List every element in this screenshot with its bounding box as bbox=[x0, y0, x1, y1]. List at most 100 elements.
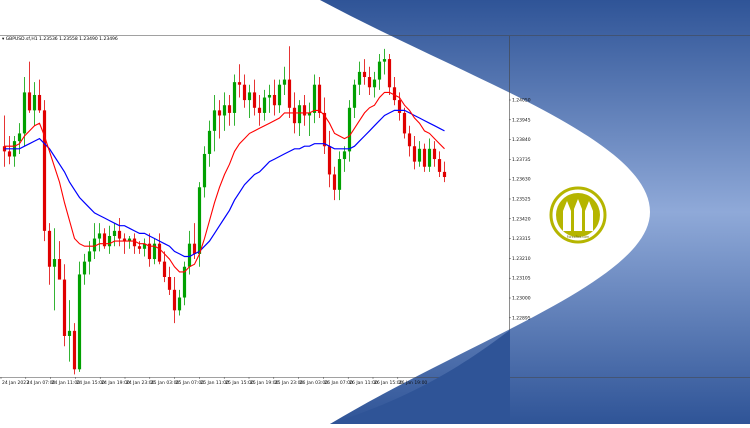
candle bbox=[302, 94, 307, 126]
candle-body-bull bbox=[207, 130, 212, 154]
candle bbox=[47, 223, 52, 285]
candle-body-bull bbox=[267, 94, 272, 98]
candle-body-bear bbox=[407, 133, 412, 147]
y-tick-label: 1.23420 bbox=[512, 216, 531, 222]
candle-body-bear bbox=[27, 92, 32, 111]
candle-body-bear bbox=[7, 151, 12, 157]
y-tick-label: 1.24050 bbox=[512, 98, 531, 104]
candle-body-bull bbox=[337, 159, 342, 190]
candle bbox=[232, 74, 237, 126]
candle-body-bear bbox=[42, 110, 47, 231]
candle-body-bull bbox=[82, 261, 87, 275]
candle-body-bull bbox=[297, 105, 302, 124]
candle-body-bull bbox=[427, 148, 432, 167]
candle-body-bear bbox=[192, 243, 197, 254]
candle bbox=[427, 138, 432, 172]
candle bbox=[267, 84, 272, 113]
candle-body-bull bbox=[352, 84, 357, 108]
candle bbox=[272, 79, 277, 116]
candle bbox=[132, 233, 137, 254]
candle-body-bull bbox=[67, 330, 72, 336]
candle bbox=[202, 146, 207, 198]
candle bbox=[32, 82, 37, 126]
candle-body-bear bbox=[117, 230, 122, 239]
candle bbox=[107, 225, 112, 254]
y-tick-label: 1.22895 bbox=[512, 315, 531, 321]
candle bbox=[7, 135, 12, 165]
candle-body-bull bbox=[197, 187, 202, 254]
candle bbox=[172, 277, 177, 324]
candle-body-bear bbox=[252, 92, 257, 108]
candle bbox=[312, 74, 317, 124]
candle bbox=[167, 266, 172, 295]
candle-body-bear bbox=[132, 238, 137, 247]
candle-body-bear bbox=[367, 77, 372, 88]
y-tick-label: 1.23735 bbox=[512, 157, 531, 163]
stylized-candles-logo-icon bbox=[563, 199, 593, 231]
candle bbox=[327, 130, 332, 188]
candle bbox=[352, 79, 357, 119]
candle-body-bull bbox=[312, 84, 317, 113]
y-tick-label: 1.23210 bbox=[512, 256, 531, 262]
candle bbox=[217, 100, 222, 139]
candle-body-bull bbox=[107, 235, 112, 247]
candle bbox=[97, 223, 102, 252]
candle bbox=[372, 71, 377, 98]
candle bbox=[322, 97, 327, 154]
candle bbox=[287, 46, 292, 119]
candle bbox=[237, 64, 242, 98]
moving-average-slow bbox=[4, 109, 445, 258]
candle bbox=[52, 228, 57, 311]
candle bbox=[337, 151, 342, 201]
candle-body-bear bbox=[257, 107, 262, 113]
candle bbox=[342, 146, 347, 172]
candle-body-bull bbox=[382, 59, 387, 62]
candle bbox=[242, 74, 247, 108]
price-chart: 1.24050 1.23945 1.23840 1.23735 1.23630 1.235… bbox=[0, 0, 750, 424]
candle-body-bull bbox=[247, 92, 252, 101]
logo-caption: ForexBox.com bbox=[567, 235, 589, 239]
candle-body-bear bbox=[412, 146, 417, 162]
candle bbox=[117, 218, 122, 247]
candle bbox=[387, 53, 392, 95]
candle-body-bear bbox=[57, 259, 62, 280]
candle bbox=[377, 53, 382, 90]
candle bbox=[62, 264, 67, 347]
candle bbox=[162, 251, 167, 283]
candle-body-bull bbox=[262, 97, 267, 113]
candle bbox=[282, 66, 287, 95]
candle bbox=[367, 66, 372, 95]
candle-body-bull bbox=[97, 233, 102, 239]
candle bbox=[362, 59, 367, 85]
candle bbox=[432, 141, 437, 167]
candle-body-bear bbox=[287, 79, 292, 108]
candle-body-bear bbox=[332, 174, 337, 190]
candle bbox=[277, 79, 282, 113]
candle-body-bull bbox=[357, 71, 362, 85]
candle-body-bull bbox=[417, 148, 422, 162]
candle-body-bull bbox=[212, 110, 217, 131]
candle-body-bull bbox=[112, 230, 117, 236]
candle-body-bull bbox=[202, 153, 207, 188]
candle bbox=[92, 223, 97, 260]
candle-body-bear bbox=[47, 230, 52, 267]
candle-body-bear bbox=[422, 148, 427, 167]
candle bbox=[142, 238, 147, 257]
candle-body-bear bbox=[72, 330, 77, 370]
candle-body-bear bbox=[37, 94, 42, 111]
candle bbox=[147, 233, 152, 267]
candle bbox=[247, 84, 252, 119]
candle bbox=[67, 300, 72, 362]
candle bbox=[207, 120, 212, 167]
candle bbox=[37, 79, 42, 113]
candle-body-bear bbox=[162, 261, 167, 278]
candle bbox=[2, 115, 7, 167]
y-tick-label: 1.23000 bbox=[512, 296, 531, 302]
candle bbox=[392, 77, 397, 106]
candle bbox=[212, 94, 217, 152]
y-tick-label: 1.23630 bbox=[512, 177, 531, 183]
chart-stage: 1.24050 1.23945 1.23840 1.23735 1.23630 1.235… bbox=[0, 0, 750, 424]
candle-body-bull bbox=[92, 238, 97, 252]
candle-body-bull bbox=[22, 92, 27, 134]
candle-body-bear bbox=[242, 84, 247, 101]
